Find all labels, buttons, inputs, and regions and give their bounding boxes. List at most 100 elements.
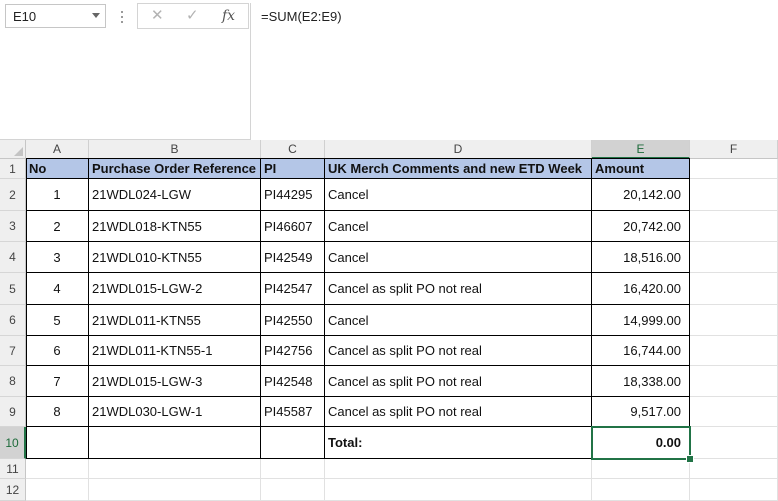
cell-b11[interactable] (89, 459, 261, 479)
row-header-2[interactable]: 2 (0, 179, 26, 211)
cell-e1[interactable]: Amount (592, 159, 690, 179)
column-header-b[interactable]: B (89, 140, 261, 159)
cell-d5[interactable]: Cancel as split PO not real (325, 273, 592, 305)
cell-f10[interactable] (690, 427, 778, 459)
row-header-11[interactable]: 11 (0, 459, 26, 479)
cell-f5[interactable] (690, 273, 778, 305)
cell-b3[interactable]: 21WDL018-KTN55 (89, 211, 261, 242)
select-all-icon (14, 147, 23, 156)
cell-f1[interactable] (690, 159, 778, 179)
cell-c8[interactable]: PI42548 (261, 366, 325, 397)
cell-a3[interactable]: 2 (26, 211, 89, 242)
cell-d11[interactable] (325, 459, 592, 479)
cell-a6[interactable]: 5 (26, 305, 89, 336)
cell-c5[interactable]: PI42547 (261, 273, 325, 305)
cell-b9[interactable]: 21WDL030-LGW-1 (89, 397, 261, 427)
cell-c10[interactable] (261, 427, 325, 459)
cell-a9[interactable]: 8 (26, 397, 89, 427)
cell-c1[interactable]: PI (261, 159, 325, 179)
cell-d3[interactable]: Cancel (325, 211, 592, 242)
cell-d12[interactable] (325, 479, 592, 501)
cell-b12[interactable] (89, 479, 261, 501)
cell-d6[interactable]: Cancel (325, 305, 592, 336)
cell-d4[interactable]: Cancel (325, 242, 592, 273)
cell-a11[interactable] (26, 459, 89, 479)
formula-input[interactable]: =SUM(E2:E9) (250, 3, 778, 140)
cell-c12[interactable] (261, 479, 325, 501)
cell-b10[interactable] (89, 427, 261, 459)
cell-b8[interactable]: 21WDL015-LGW-3 (89, 366, 261, 397)
cell-f11[interactable] (690, 459, 778, 479)
cell-e9[interactable]: 9,517.00 (592, 397, 690, 427)
column-header-c[interactable]: C (261, 140, 325, 159)
cell-e7[interactable]: 16,744.00 (592, 336, 690, 366)
row-header-6[interactable]: 6 (0, 305, 26, 336)
cell-f4[interactable] (690, 242, 778, 273)
cell-c9[interactable]: PI45587 (261, 397, 325, 427)
cell-d9[interactable]: Cancel as split PO not real (325, 397, 592, 427)
cell-f2[interactable] (690, 179, 778, 211)
cell-e5[interactable]: 16,420.00 (592, 273, 690, 305)
row-header-9[interactable]: 9 (0, 397, 26, 427)
drag-handle-icon[interactable] (119, 8, 125, 26)
column-header-a[interactable]: A (26, 140, 89, 159)
cell-f9[interactable] (690, 397, 778, 427)
row-header-3[interactable]: 3 (0, 211, 26, 242)
cell-d8[interactable]: Cancel as split PO not real (325, 366, 592, 397)
row-header-12[interactable]: 12 (0, 479, 26, 501)
cell-a12[interactable] (26, 479, 89, 501)
cell-b1[interactable]: Purchase Order Reference (89, 159, 261, 179)
chevron-down-icon[interactable] (92, 13, 100, 18)
column-header-f[interactable]: F (690, 140, 778, 159)
cell-f8[interactable] (690, 366, 778, 397)
row-header-7[interactable]: 7 (0, 336, 26, 366)
column-header-d[interactable]: D (325, 140, 592, 159)
column-header-e[interactable]: E (592, 140, 690, 159)
cell-a4[interactable]: 3 (26, 242, 89, 273)
cell-f3[interactable] (690, 211, 778, 242)
cell-c6[interactable]: PI42550 (261, 305, 325, 336)
confirm-icon[interactable]: ✓ (186, 7, 199, 25)
cell-e2[interactable]: 20,142.00 (592, 179, 690, 211)
cell-e12[interactable] (592, 479, 690, 501)
cell-c11[interactable] (261, 459, 325, 479)
name-box[interactable]: E10 (5, 4, 106, 28)
row-header-5[interactable]: 5 (0, 273, 26, 305)
cell-b4[interactable]: 21WDL010-KTN55 (89, 242, 261, 273)
cell-c4[interactable]: PI42549 (261, 242, 325, 273)
cell-b6[interactable]: 21WDL011-KTN55 (89, 305, 261, 336)
cell-c3[interactable]: PI46607 (261, 211, 325, 242)
cell-a1[interactable]: No (26, 159, 89, 179)
cell-a5[interactable]: 4 (26, 273, 89, 305)
cell-b2[interactable]: 21WDL024-LGW (89, 179, 261, 211)
cell-d2[interactable]: Cancel (325, 179, 592, 211)
row-header-10[interactable]: 10 (0, 427, 26, 459)
cell-d10[interactable]: Total: (325, 427, 592, 459)
cell-b5[interactable]: 21WDL015-LGW-2 (89, 273, 261, 305)
cell-e11[interactable] (592, 459, 690, 479)
row-header-1[interactable]: 1 (0, 159, 26, 179)
cell-c2[interactable]: PI44295 (261, 179, 325, 211)
cell-e4[interactable]: 18,516.00 (592, 242, 690, 273)
cell-f6[interactable] (690, 305, 778, 336)
cell-f7[interactable] (690, 336, 778, 366)
cell-d7[interactable]: Cancel as split PO not real (325, 336, 592, 366)
cell-f12[interactable] (690, 479, 778, 501)
cell-e3[interactable]: 20,742.00 (592, 211, 690, 242)
row-header-8[interactable]: 8 (0, 366, 26, 397)
cell-d1[interactable]: UK Merch Comments and new ETD Week (325, 159, 592, 179)
cell-c7[interactable]: PI42756 (261, 336, 325, 366)
cell-a2[interactable]: 1 (26, 179, 89, 211)
cell-a10[interactable] (26, 427, 89, 459)
select-all-button[interactable] (0, 140, 26, 159)
fill-handle[interactable] (686, 455, 694, 463)
cell-a7[interactable]: 6 (26, 336, 89, 366)
cancel-icon[interactable]: ✕ (151, 7, 164, 25)
cell-e8[interactable]: 18,338.00 (592, 366, 690, 397)
cell-e6[interactable]: 14,999.00 (592, 305, 690, 336)
cell-b7[interactable]: 21WDL011-KTN55-1 (89, 336, 261, 366)
cell-a8[interactable]: 7 (26, 366, 89, 397)
cell-e10[interactable]: 0.00 (592, 427, 690, 459)
insert-function-icon[interactable]: fx (222, 7, 235, 25)
row-header-4[interactable]: 4 (0, 242, 26, 273)
